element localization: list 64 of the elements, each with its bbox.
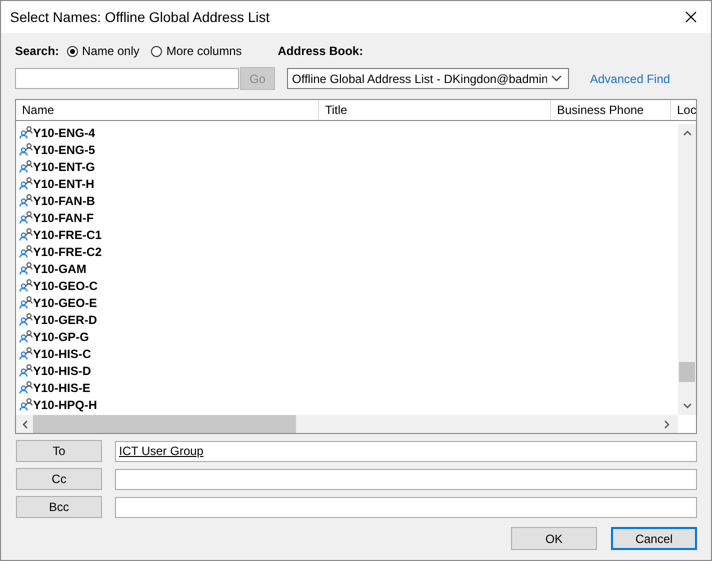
horizontal-scrollbar[interactable] [16,415,678,433]
contact-name[interactable]: Y10-HPQ-H [33,398,98,412]
recipient-field[interactable] [115,496,697,518]
scroll-down-icon[interactable] [682,403,692,409]
contact-name[interactable]: Y10-FAN-F [33,210,94,224]
window-title: Select Names: Offline Global Address List [10,9,270,25]
column-header[interactable]: Title [319,100,551,120]
column-header[interactable]: Name [16,100,319,120]
scroll-thumb[interactable] [679,362,695,382]
group-icon [19,126,33,139]
recipient-field[interactable] [115,468,697,490]
group-icon [19,313,33,326]
search-field[interactable] [15,68,239,89]
group-icon [19,143,33,156]
contact-name[interactable]: Y10-HIS-C [33,346,92,360]
radio-option[interactable]: Name only [67,44,140,58]
contact-name[interactable]: Y10-FRE-C2 [33,244,102,258]
contact-name[interactable]: Y10-GEO-E [33,296,98,310]
contact-name[interactable]: Y10-ENG-4 [33,126,96,140]
group-icon [19,245,33,258]
scroll-left-icon[interactable] [22,420,28,428]
contact-name[interactable]: Y10-GAM [33,262,86,276]
column-header[interactable]: Loc [671,100,696,120]
search-label: Search: [15,44,60,58]
recipient-button[interactable]: To [16,440,102,462]
contact-name[interactable]: Y10-GP-G [33,330,90,344]
close-icon[interactable] [685,11,697,23]
group-icon [19,211,33,224]
vertical-scrollbar[interactable] [678,124,696,415]
radio-option[interactable]: More columns [151,44,242,58]
dialog-button[interactable]: Cancel [611,527,697,550]
group-icon [19,398,33,411]
recipient-button[interactable]: Cc [16,468,102,490]
contact-name[interactable]: Y10-ENG-5 [33,142,96,156]
group-icon [19,279,33,292]
group-icon [19,262,33,275]
contact-name[interactable]: Y10-HIS-E [33,380,90,394]
contact-name[interactable]: Y10-ENT-H [33,176,94,190]
contact-name[interactable]: Y10-GER-D [33,312,98,326]
group-icon [19,296,33,309]
group-icon [19,330,33,343]
group-icon [19,347,33,360]
chevron-down-icon [551,75,562,82]
recipient-field[interactable]: ICT User Group [115,440,697,462]
group-icon [19,381,33,394]
group-icon [19,160,33,173]
contact-name[interactable]: Y10-FAN-B [33,194,96,208]
scroll-thumb[interactable] [33,415,296,433]
dialog-button[interactable]: OK [511,527,597,550]
advanced-find-link[interactable]: Advanced Find [590,72,670,86]
scroll-right-icon[interactable] [664,420,670,428]
group-icon [19,194,33,207]
contact-name[interactable]: Y10-HIS-D [33,364,92,378]
contact-name[interactable]: Y10-GEO-C [33,278,98,292]
column-header[interactable]: Business Phone [551,100,671,120]
group-icon [19,228,33,241]
scroll-up-icon[interactable] [682,130,692,136]
address-book-label: Address Book: [278,44,364,58]
contact-name[interactable]: Y10-FRE-C1 [33,228,102,242]
recipient-button[interactable]: Bcc [16,496,102,518]
group-icon [19,177,33,190]
contact-name[interactable]: Y10-ENT-G [33,160,96,174]
address-book-dropdown[interactable]: Offline Global Address List - DKingdon@badmin [287,68,569,89]
group-icon [19,364,33,377]
